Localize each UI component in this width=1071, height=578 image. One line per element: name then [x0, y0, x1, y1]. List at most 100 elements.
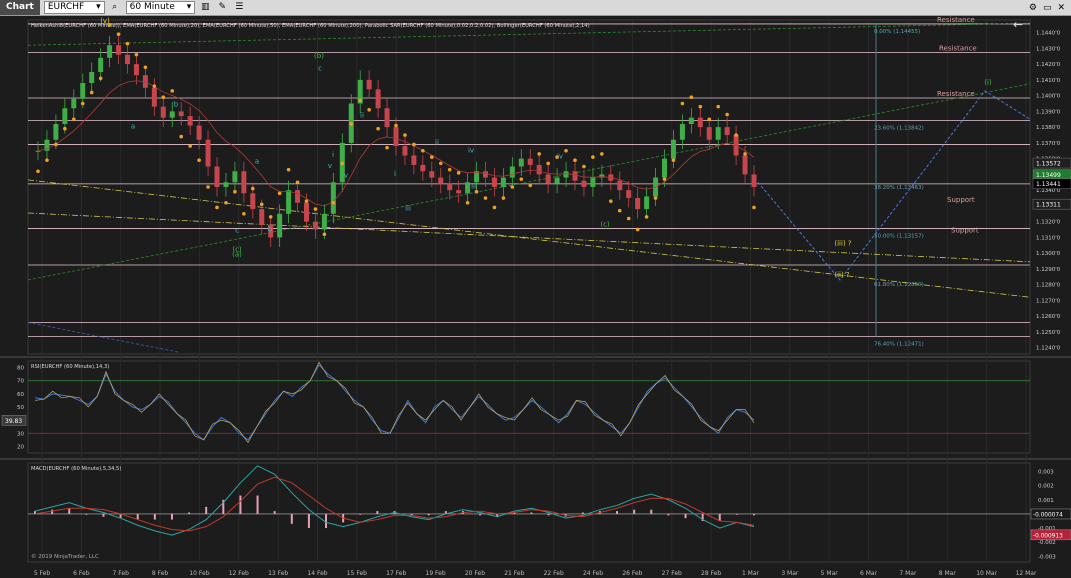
sar-dot	[546, 161, 550, 166]
candle-body	[411, 155, 417, 165]
candle-body	[518, 158, 524, 167]
candle-body	[590, 177, 596, 187]
instrument-selector[interactable]: EURCHF ▾	[43, 1, 105, 14]
sar-dot	[752, 205, 756, 210]
candle-body	[259, 209, 265, 225]
sar-dot	[537, 152, 541, 156]
sar-dot	[483, 196, 488, 200]
sar-dot	[430, 155, 434, 159]
candle-body	[116, 45, 122, 55]
candle-body	[420, 164, 426, 172]
candle-body	[232, 171, 238, 183]
macd-histogram-bar	[325, 513, 328, 529]
sar-dot	[653, 196, 658, 200]
candle-body	[178, 111, 184, 117]
chart-window: Chart EURCHF ▾ ⌕ 60 Minute ▾ ▥ ✎ ☰ ⚙ ▭ ✕ 5…	[0, 0, 1071, 578]
window-icon[interactable]: ▭	[1043, 3, 1052, 13]
sar-dot	[215, 205, 219, 210]
bar-style-icon[interactable]: ▥	[198, 2, 212, 13]
candle-body	[286, 190, 292, 214]
candle-body	[545, 174, 551, 184]
y-tick-label: 1.1270'0	[1036, 298, 1061, 304]
macd-histogram-bar	[616, 511, 619, 514]
macd-y-tick: -0.002	[1038, 540, 1056, 546]
y-tick-label: 1.1410'0	[1036, 78, 1061, 84]
settings-icon[interactable]: ⚙	[1029, 3, 1037, 13]
candle-body	[250, 193, 256, 210]
sar-dot	[519, 177, 524, 181]
macd-histogram-bar	[239, 495, 242, 514]
macd-histogram-bar	[376, 511, 379, 514]
macd-label: MACD(EURCHF (60 Minute),5,34,5)	[31, 466, 121, 472]
sar-dot	[564, 148, 568, 153]
search-icon[interactable]: ⌕	[108, 2, 122, 13]
sar-dot	[376, 126, 380, 131]
draw-icon[interactable]: ✎	[215, 2, 229, 13]
candle-body	[670, 139, 676, 159]
sar-dot	[501, 196, 506, 200]
candle-body	[98, 57, 104, 72]
sar-dot	[662, 177, 667, 181]
candle-body	[223, 182, 229, 187]
sar-dot	[89, 90, 94, 95]
candle-body	[133, 64, 139, 76]
macd-flag-label: -0.000913	[1033, 533, 1063, 539]
sar-dot	[251, 186, 255, 191]
wave-label: (b)	[314, 52, 324, 60]
candle-body	[536, 164, 542, 175]
close-icon[interactable]: ✕	[1057, 3, 1065, 13]
sar-dot	[635, 227, 640, 232]
macd-histogram-bar	[718, 513, 721, 521]
sar-dot	[609, 199, 613, 203]
fib-level-label: 0.00% (1.14455)	[874, 29, 920, 35]
candle-body	[53, 123, 59, 140]
x-tick-label: 15 Feb	[347, 570, 367, 577]
chart-canvas[interactable]: 5 Feb 6 Feb 7 Feb 8 Feb 10 Feb 12 Feb 13 Feb 14…	[0, 16, 1071, 578]
macd-histogram-bar	[633, 509, 636, 514]
sar-dot	[600, 152, 604, 156]
sar-dot	[385, 145, 389, 150]
properties-icon[interactable]: ☰	[232, 2, 246, 13]
wave-label: c	[235, 227, 239, 235]
macd-y-tick: -0.003	[1038, 554, 1056, 560]
candle-body	[742, 155, 748, 175]
rsi-y-tick: 20	[17, 444, 24, 450]
sar-dot	[125, 41, 130, 46]
sar-dot	[331, 200, 336, 205]
macd-histogram-bar	[68, 508, 71, 514]
candle-body	[626, 190, 632, 199]
candle-body	[295, 190, 301, 203]
sar-dot	[510, 185, 515, 189]
x-tick-label: 3 Mar	[781, 570, 799, 577]
macd-histogram-bar	[153, 513, 156, 520]
sar-dot	[573, 158, 577, 163]
sar-dot	[268, 215, 273, 219]
candle-body	[447, 183, 453, 191]
x-tick-label: 20 Feb	[465, 570, 485, 577]
sar-dot	[465, 200, 470, 205]
sar-dot	[591, 155, 595, 159]
candle-body	[751, 174, 757, 187]
x-tick-label: 5 Mar	[821, 570, 839, 577]
sar-dot	[617, 208, 622, 213]
sar-dot	[206, 185, 210, 189]
candle-body	[35, 150, 41, 152]
y-tick-label: 1.1420'0	[1036, 62, 1061, 68]
y-tick-label: 1.1390'0	[1036, 109, 1061, 115]
sar-dot	[492, 205, 497, 210]
macd-histogram-bar	[735, 513, 738, 515]
sar-dot	[72, 117, 76, 122]
candle-body	[635, 198, 641, 210]
macd-histogram-bar	[188, 512, 191, 514]
sar-dot	[161, 95, 166, 99]
x-tick-label: 27 Feb	[662, 570, 682, 577]
macd-histogram-bar	[51, 509, 54, 514]
x-tick-label: 28 Feb	[701, 570, 721, 577]
sar-dot	[36, 169, 40, 174]
x-tick-label: 5 Feb	[34, 570, 51, 577]
interval-selector[interactable]: 60 Minute ▾	[125, 1, 196, 14]
sar-dot	[233, 189, 237, 194]
fib-level-label: 61.80% (1.12850)	[874, 282, 924, 288]
wave-label: v	[344, 172, 348, 180]
rsi-y-tick: 30	[17, 431, 24, 437]
